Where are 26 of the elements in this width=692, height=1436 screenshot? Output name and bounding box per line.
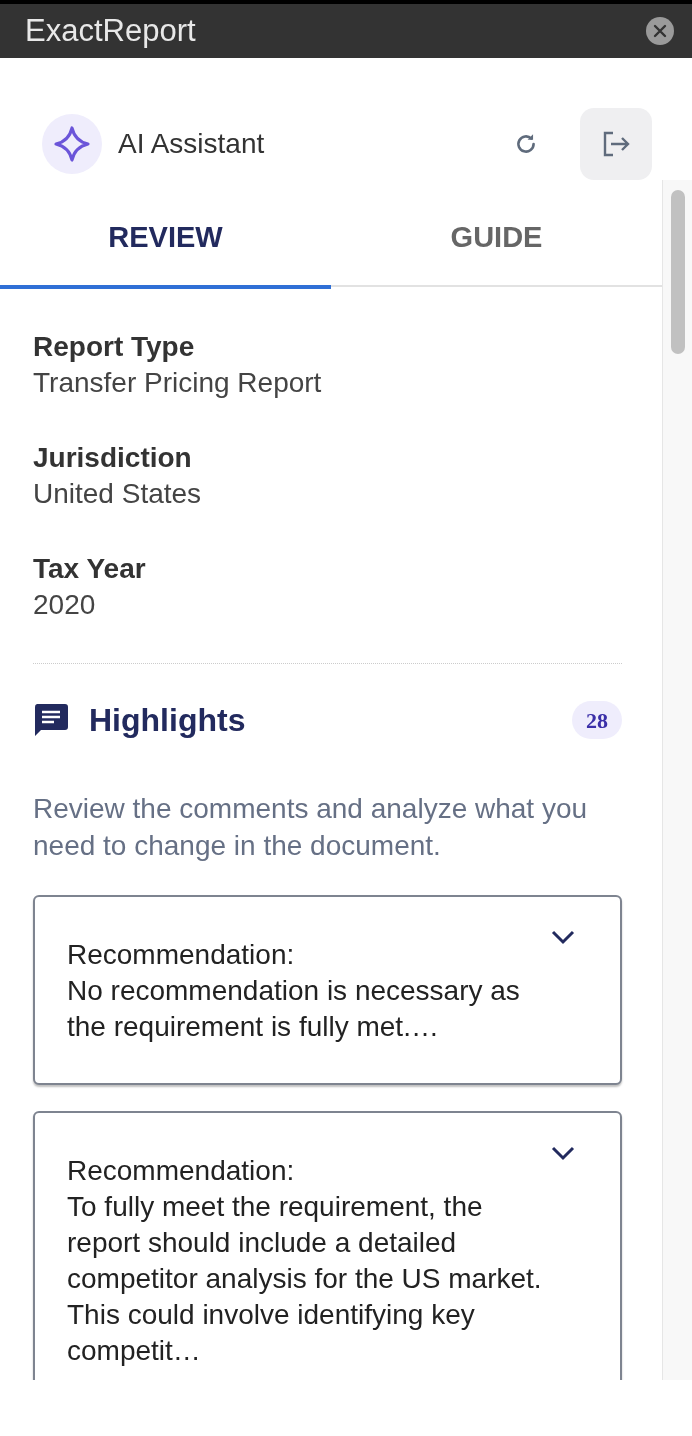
assistant-title: AI Assistant xyxy=(118,127,265,161)
window-title: ExactReport xyxy=(25,11,196,50)
card-label: Recommendation: xyxy=(67,1154,296,1188)
field-value: United States xyxy=(33,477,203,511)
count-badge: 28 xyxy=(572,701,622,739)
tab[interactable]: GUIDE xyxy=(331,190,662,289)
logout-icon xyxy=(601,131,631,157)
chevron-icon[interactable] xyxy=(550,1145,576,1161)
highlights-description: Review the comments and analyze what you need to change in the document. xyxy=(33,792,589,863)
field-label: Tax Year xyxy=(33,552,147,586)
close-icon xyxy=(653,24,667,38)
recommendation-card[interactable]: Recommendation: No recommendation is necessary as the requirement is fully met.… xyxy=(33,895,622,1085)
card-text: To fully meet the requirement, the report should include a detailed competitor analysis for the US market. This could involve identifying key competit… xyxy=(67,1190,543,1368)
recommendation-card[interactable]: Recommendation: To fully meet the requirement, the report should include a detailed competitor analysis for the US market. This could involve identifying key competit… xyxy=(33,1111,622,1380)
card-text: No recommendation is necessary as the requirement is fully met.… xyxy=(67,974,521,1044)
logout-button[interactable] xyxy=(580,108,652,180)
close-button[interactable] xyxy=(646,17,674,45)
field-label: Jurisdiction xyxy=(33,441,193,475)
field-value: Transfer Pricing Report xyxy=(33,366,323,400)
field-label: Report Type xyxy=(33,330,196,364)
card-label: Recommendation: xyxy=(67,938,296,972)
comment-icon xyxy=(33,703,69,737)
tab[interactable]: REVIEW xyxy=(0,190,331,289)
highlights-title: Highlights xyxy=(89,701,246,740)
chevron-icon[interactable] xyxy=(550,929,576,945)
field-value: 2020 xyxy=(33,588,97,622)
